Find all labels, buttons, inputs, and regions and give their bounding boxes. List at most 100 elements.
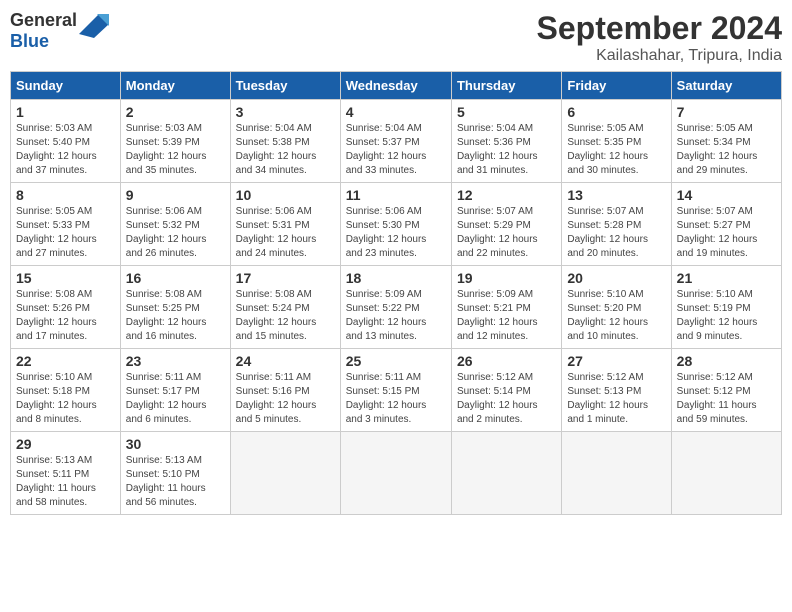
day-info: Sunrise: 5:04 AM Sunset: 5:36 PM Dayligh… (457, 122, 556, 178)
day-info: Sunrise: 5:06 AM Sunset: 5:30 PM Dayligh… (346, 205, 446, 261)
day-info: Sunrise: 5:11 AM Sunset: 5:17 PM Dayligh… (126, 371, 225, 427)
day-info: Sunrise: 5:12 AM Sunset: 5:13 PM Dayligh… (567, 371, 665, 427)
day-number: 16 (126, 270, 225, 286)
calendar-row: 8 Sunrise: 5:05 AM Sunset: 5:33 PM Daylig… (11, 183, 782, 266)
day-number: 23 (126, 353, 225, 369)
calendar-cell: 1 Sunrise: 5:03 AM Sunset: 5:40 PM Daylig… (11, 100, 121, 183)
day-number: 19 (457, 270, 556, 286)
day-info: Sunrise: 5:07 AM Sunset: 5:28 PM Dayligh… (567, 205, 665, 261)
day-number: 10 (236, 187, 335, 203)
calendar-cell: 23 Sunrise: 5:11 AM Sunset: 5:17 PM Dayli… (120, 349, 230, 432)
day-number: 26 (457, 353, 556, 369)
day-number: 28 (677, 353, 776, 369)
calendar-cell: 17 Sunrise: 5:08 AM Sunset: 5:24 PM Dayli… (230, 266, 340, 349)
calendar-cell: 26 Sunrise: 5:12 AM Sunset: 5:14 PM Dayli… (451, 349, 561, 432)
calendar-cell: 24 Sunrise: 5:11 AM Sunset: 5:16 PM Dayli… (230, 349, 340, 432)
day-number: 20 (567, 270, 665, 286)
calendar-cell: 3 Sunrise: 5:04 AM Sunset: 5:38 PM Daylig… (230, 100, 340, 183)
title-area: September 2024 Kailashahar, Tripura, Ind… (537, 10, 782, 65)
calendar-cell: 18 Sunrise: 5:09 AM Sunset: 5:22 PM Dayli… (340, 266, 451, 349)
calendar-cell (562, 432, 671, 515)
calendar-cell: 22 Sunrise: 5:10 AM Sunset: 5:18 PM Dayli… (11, 349, 121, 432)
logo: General Blue (10, 10, 109, 52)
calendar-cell: 13 Sunrise: 5:07 AM Sunset: 5:28 PM Dayli… (562, 183, 671, 266)
calendar-cell: 29 Sunrise: 5:13 AM Sunset: 5:11 PM Dayli… (11, 432, 121, 515)
day-info: Sunrise: 5:03 AM Sunset: 5:40 PM Dayligh… (16, 122, 115, 178)
day-info: Sunrise: 5:10 AM Sunset: 5:18 PM Dayligh… (16, 371, 115, 427)
day-number: 5 (457, 104, 556, 120)
day-number: 12 (457, 187, 556, 203)
col-header-monday: Monday (120, 72, 230, 100)
calendar-cell: 15 Sunrise: 5:08 AM Sunset: 5:26 PM Dayli… (11, 266, 121, 349)
day-number: 4 (346, 104, 446, 120)
calendar-row: 29 Sunrise: 5:13 AM Sunset: 5:11 PM Dayli… (11, 432, 782, 515)
day-info: Sunrise: 5:08 AM Sunset: 5:24 PM Dayligh… (236, 288, 335, 344)
calendar-cell: 28 Sunrise: 5:12 AM Sunset: 5:12 PM Dayli… (671, 349, 781, 432)
day-info: Sunrise: 5:11 AM Sunset: 5:16 PM Dayligh… (236, 371, 335, 427)
calendar-cell: 8 Sunrise: 5:05 AM Sunset: 5:33 PM Daylig… (11, 183, 121, 266)
day-number: 15 (16, 270, 115, 286)
calendar-cell (230, 432, 340, 515)
col-header-thursday: Thursday (451, 72, 561, 100)
day-number: 14 (677, 187, 776, 203)
calendar-cell: 25 Sunrise: 5:11 AM Sunset: 5:15 PM Dayli… (340, 349, 451, 432)
day-number: 8 (16, 187, 115, 203)
day-number: 3 (236, 104, 335, 120)
day-info: Sunrise: 5:05 AM Sunset: 5:34 PM Dayligh… (677, 122, 776, 178)
day-info: Sunrise: 5:05 AM Sunset: 5:33 PM Dayligh… (16, 205, 115, 261)
day-number: 11 (346, 187, 446, 203)
day-number: 13 (567, 187, 665, 203)
location-subtitle: Kailashahar, Tripura, India (537, 47, 782, 65)
month-title: September 2024 (537, 10, 782, 47)
day-info: Sunrise: 5:13 AM Sunset: 5:10 PM Dayligh… (126, 454, 225, 510)
day-number: 9 (126, 187, 225, 203)
calendar-cell: 2Sunrise: 5:03 AM Sunset: 5:39 PM Daylig… (120, 100, 230, 183)
col-header-friday: Friday (562, 72, 671, 100)
day-number: 29 (16, 436, 115, 452)
day-number: 6 (567, 104, 665, 120)
day-info: Sunrise: 5:09 AM Sunset: 5:22 PM Dayligh… (346, 288, 446, 344)
col-header-wednesday: Wednesday (340, 72, 451, 100)
calendar-row: 1 Sunrise: 5:03 AM Sunset: 5:40 PM Daylig… (11, 100, 782, 183)
day-number: 22 (16, 353, 115, 369)
calendar-table: SundayMondayTuesdayWednesdayThursdayFrid… (10, 71, 782, 515)
calendar-cell (671, 432, 781, 515)
day-number: 21 (677, 270, 776, 286)
day-info: Sunrise: 5:10 AM Sunset: 5:19 PM Dayligh… (677, 288, 776, 344)
calendar-cell: 21 Sunrise: 5:10 AM Sunset: 5:19 PM Dayli… (671, 266, 781, 349)
day-number: 24 (236, 353, 335, 369)
calendar-cell (451, 432, 561, 515)
calendar-row: 15 Sunrise: 5:08 AM Sunset: 5:26 PM Dayli… (11, 266, 782, 349)
day-number: 1 (16, 104, 115, 120)
day-info: Sunrise: 5:13 AM Sunset: 5:11 PM Dayligh… (16, 454, 115, 510)
calendar-cell: 7 Sunrise: 5:05 AM Sunset: 5:34 PM Daylig… (671, 100, 781, 183)
calendar-cell: 20 Sunrise: 5:10 AM Sunset: 5:20 PM Dayli… (562, 266, 671, 349)
day-info: Sunrise: 5:10 AM Sunset: 5:20 PM Dayligh… (567, 288, 665, 344)
day-info: Sunrise: 5:08 AM Sunset: 5:25 PM Dayligh… (126, 288, 225, 344)
day-info: Sunrise: 5:04 AM Sunset: 5:38 PM Dayligh… (236, 122, 335, 178)
header: General Blue September 2024 Kailashahar,… (10, 10, 782, 65)
day-info: Sunrise: 5:05 AM Sunset: 5:35 PM Dayligh… (567, 122, 665, 178)
day-number: 18 (346, 270, 446, 286)
calendar-cell: 4 Sunrise: 5:04 AM Sunset: 5:37 PM Daylig… (340, 100, 451, 183)
col-header-tuesday: Tuesday (230, 72, 340, 100)
day-info: Sunrise: 5:03 AM Sunset: 5:39 PM Dayligh… (126, 122, 225, 178)
day-number: 7 (677, 104, 776, 120)
day-number: 25 (346, 353, 446, 369)
calendar-row: 22 Sunrise: 5:10 AM Sunset: 5:18 PM Dayli… (11, 349, 782, 432)
day-info: Sunrise: 5:04 AM Sunset: 5:37 PM Dayligh… (346, 122, 446, 178)
day-info: Sunrise: 5:12 AM Sunset: 5:14 PM Dayligh… (457, 371, 556, 427)
logo-icon (79, 14, 109, 38)
col-header-sunday: Sunday (11, 72, 121, 100)
calendar-cell (340, 432, 451, 515)
calendar-cell: 14Sunrise: 5:07 AM Sunset: 5:27 PM Dayli… (671, 183, 781, 266)
day-info: Sunrise: 5:08 AM Sunset: 5:26 PM Dayligh… (16, 288, 115, 344)
calendar-cell: 27 Sunrise: 5:12 AM Sunset: 5:13 PM Dayli… (562, 349, 671, 432)
day-info: Sunrise: 5:11 AM Sunset: 5:15 PM Dayligh… (346, 371, 446, 427)
calendar-cell: 11 Sunrise: 5:06 AM Sunset: 5:30 PM Dayli… (340, 183, 451, 266)
day-info: Sunrise: 5:12 AM Sunset: 5:12 PM Dayligh… (677, 371, 776, 427)
day-number: 27 (567, 353, 665, 369)
day-number: 17 (236, 270, 335, 286)
calendar-cell: 19Sunrise: 5:09 AM Sunset: 5:21 PM Dayli… (451, 266, 561, 349)
day-number: 30 (126, 436, 225, 452)
